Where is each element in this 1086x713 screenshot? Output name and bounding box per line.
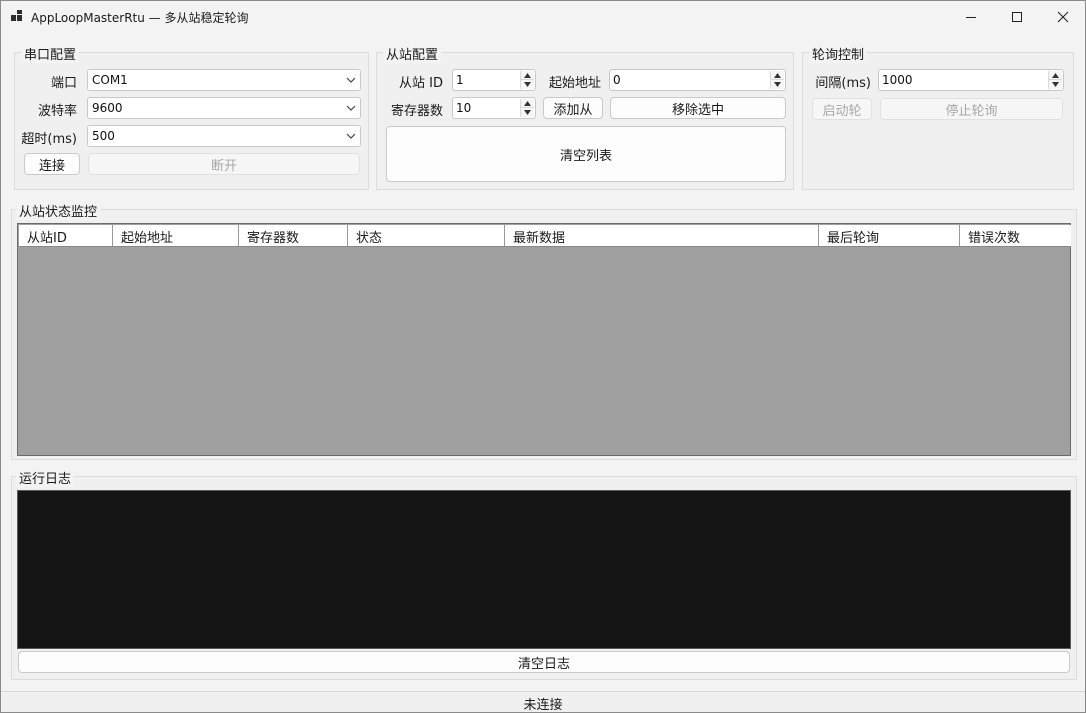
spin-down-icon[interactable] (521, 108, 534, 117)
register-count-value: 10 (456, 101, 472, 115)
start-address-spinner[interactable] (770, 71, 784, 89)
app-icon (11, 10, 23, 22)
table-header: 从站ID 起始地址 寄存器数 状态 最新数据 最后轮询 错误次数 (19, 225, 1071, 247)
spin-up-icon[interactable] (1049, 71, 1062, 80)
run-log-title: 运行日志 (16, 468, 75, 487)
slave-config-title: 从站配置 (383, 44, 442, 63)
maximize-button[interactable] (994, 1, 1040, 32)
status-bar: 未连接 (1, 691, 1085, 713)
spin-up-icon[interactable] (521, 99, 534, 108)
disconnect-button[interactable]: 断开 (88, 153, 360, 175)
slave-id-label: 从站 ID (399, 76, 443, 91)
close-button[interactable] (1040, 1, 1085, 32)
interval-label: 间隔(ms) (815, 76, 871, 91)
chevron-down-icon (346, 105, 356, 111)
chevron-down-icon (346, 133, 356, 139)
column-header-latest-data[interactable]: 最新数据 (505, 225, 819, 246)
chevron-down-icon (346, 77, 356, 83)
connection-status: 未连接 (523, 697, 563, 713)
spin-down-icon[interactable] (521, 80, 534, 89)
minimize-icon (966, 16, 976, 18)
column-header-slave-id[interactable]: 从站ID (19, 225, 113, 246)
start-address-input[interactable]: 0 (609, 69, 786, 91)
spin-down-icon[interactable] (771, 80, 784, 89)
slave-id-input[interactable]: 1 (452, 69, 536, 91)
start-address-label: 起始地址 (548, 76, 601, 91)
timeout-select[interactable]: 500 (87, 125, 361, 147)
close-icon (1057, 11, 1069, 22)
connect-button[interactable]: 连接 (24, 153, 80, 175)
spin-down-icon[interactable] (1049, 80, 1062, 89)
poll-control-title: 轮询控制 (809, 44, 868, 63)
port-select[interactable]: COM1 (87, 69, 361, 91)
column-header-last-poll[interactable]: 最后轮询 (819, 225, 960, 246)
baud-label: 波特率 (37, 104, 77, 119)
log-output[interactable] (17, 490, 1071, 649)
interval-input[interactable]: 1000 (878, 69, 1064, 91)
spin-up-icon[interactable] (771, 71, 784, 80)
column-header-error-count[interactable]: 错误次数 (960, 225, 1071, 246)
clear-list-button[interactable]: 清空列表 (386, 126, 786, 182)
baud-select[interactable]: 9600 (87, 97, 361, 119)
register-count-label: 寄存器数 (390, 104, 443, 119)
interval-value: 1000 (882, 73, 913, 87)
start-address-value: 0 (613, 73, 621, 87)
minimize-button[interactable] (948, 1, 994, 32)
register-count-spinner[interactable] (520, 99, 534, 117)
maximize-icon (1012, 11, 1022, 22)
remove-selected-button[interactable]: 移除选中 (610, 97, 786, 119)
interval-spinner[interactable] (1048, 71, 1062, 89)
timeout-value: 500 (92, 129, 115, 143)
spin-up-icon[interactable] (521, 71, 534, 80)
slave-id-spinner[interactable] (520, 71, 534, 89)
title-bar[interactable]: AppLoopMasterRtu — 多从站稳定轮询 (1, 1, 1085, 32)
clear-log-button[interactable]: 清空日志 (18, 651, 1070, 673)
timeout-label: 超时(ms) (21, 132, 77, 147)
column-header-start-address[interactable]: 起始地址 (113, 225, 239, 246)
slave-monitor-title: 从站状态监控 (16, 201, 101, 220)
start-poll-button[interactable]: 启动轮 (812, 98, 872, 120)
window-title: AppLoopMasterRtu — 多从站稳定轮询 (31, 11, 249, 25)
stop-poll-button[interactable]: 停止轮询 (880, 98, 1063, 120)
column-header-status[interactable]: 状态 (348, 225, 505, 246)
baud-value: 9600 (92, 101, 123, 115)
slave-status-table[interactable]: 从站ID 起始地址 寄存器数 状态 最新数据 最后轮询 错误次数 (17, 223, 1071, 456)
port-label: 端口 (50, 76, 77, 91)
slave-id-value: 1 (456, 73, 464, 87)
column-header-register-count[interactable]: 寄存器数 (239, 225, 348, 246)
register-count-input[interactable]: 10 (452, 97, 536, 119)
port-value: COM1 (92, 73, 128, 87)
add-slave-button[interactable]: 添加从 (543, 97, 603, 119)
serial-config-title: 串口配置 (21, 44, 80, 63)
app-window: AppLoopMasterRtu — 多从站稳定轮询 串口配置 端口 COM1 … (0, 0, 1086, 713)
